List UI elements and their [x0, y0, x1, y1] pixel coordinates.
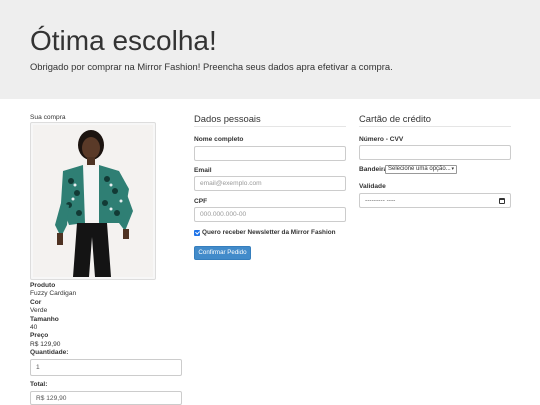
personal-data-legend: Dados pessoais [194, 113, 346, 127]
personal-data-fieldset: Dados pessoais Nome completo Email email… [194, 113, 346, 260]
card-brand-select[interactable]: Selecione uma opção... ▾ [385, 165, 457, 174]
chevron-down-icon: ▾ [451, 166, 454, 172]
card-brand-selected: Selecione uma opção... [388, 166, 451, 172]
page-subtitle: Obrigado por comprar na Mirror Fashion! … [30, 61, 393, 72]
product-details: Produto Fuzzy Cardigan Cor Verde Tamanho… [30, 282, 182, 349]
credit-card-fieldset: Cartão de crédito Número - CVV Bandeira … [359, 113, 511, 208]
email-label: Email [194, 167, 212, 174]
page-title: Ótima escolha! [30, 25, 217, 56]
price-label: Preço [30, 332, 49, 340]
product-model-illustration [33, 125, 153, 277]
validity-placeholder: --------- ---- [365, 197, 396, 204]
confirm-order-button[interactable]: Confirmar Pedido [194, 246, 251, 260]
card-brand-label: Bandeira [359, 166, 388, 173]
product-label: Produto [30, 282, 56, 289]
name-label: Nome completo [194, 136, 244, 143]
price-value: R$ 129,90 [30, 340, 61, 348]
card-number-input[interactable] [359, 145, 511, 160]
quantity-input[interactable]: 1 [30, 359, 182, 376]
name-input[interactable] [194, 146, 346, 161]
purchase-section-title: Sua compra [30, 114, 66, 121]
color-value: Verde [30, 307, 48, 315]
validity-input[interactable]: --------- ---- [359, 193, 511, 208]
newsletter-checkbox[interactable] [194, 229, 200, 236]
total-output: R$ 129,90 [30, 391, 182, 405]
calendar-icon[interactable] [499, 197, 505, 204]
email-input[interactable]: email@exemplo.com [194, 176, 346, 191]
purchase-summary: Sua compra Produto Fuzzy Cardigan Cor Ve… [30, 113, 182, 405]
total-label: Total: [30, 381, 48, 388]
product-image [30, 122, 156, 280]
newsletter-label[interactable]: Quero receber Newsletter da Mirror Fashi… [202, 229, 336, 236]
size-label: Tamanho [30, 315, 59, 323]
product-value: Fuzzy Cardigan [30, 290, 77, 298]
credit-card-legend: Cartão de crédito [359, 113, 511, 127]
card-number-label: Número - CVV [359, 136, 404, 143]
validity-label: Validade [359, 183, 386, 190]
quantity-label: Quantidade: [30, 349, 69, 356]
newsletter-option[interactable]: Quero receber Newsletter da Mirror Fashi… [194, 229, 336, 236]
size-value: 40 [30, 324, 38, 332]
jumbotron-header: Ótima escolha! Obrigado por comprar na M… [0, 0, 540, 99]
color-label: Cor [30, 298, 42, 306]
cpf-input[interactable]: 000.000.000-00 [194, 207, 346, 222]
cpf-label: CPF [194, 198, 208, 205]
